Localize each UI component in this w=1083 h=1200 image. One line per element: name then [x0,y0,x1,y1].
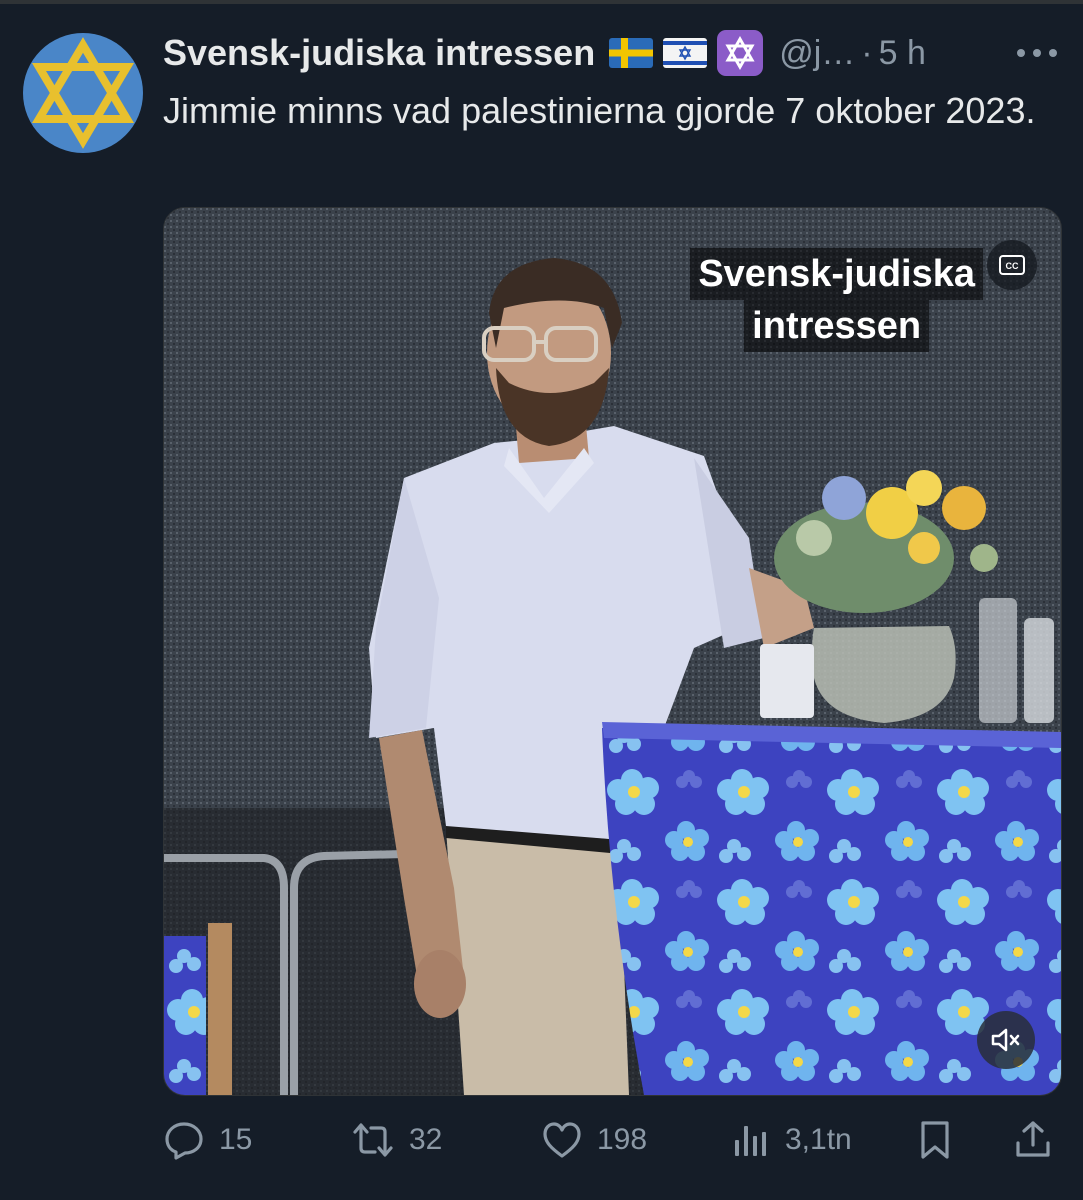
reply-icon [165,1122,203,1160]
bookmark-icon [921,1121,949,1159]
cc-label: CC [1006,261,1019,271]
like-icon [543,1122,581,1158]
tweet-header: Svensk-judiska intressen @j… · 5 h [163,28,1063,78]
avatar[interactable] [23,33,143,153]
share-icon [1016,1121,1050,1157]
reply-count: 15 [219,1123,253,1156]
author-handle[interactable]: @j… [779,34,855,73]
timestamp[interactable]: 5 h [879,34,926,73]
sweden-flag-icon [609,38,654,68]
watermark-line2: intressen [744,300,930,352]
mute-icon[interactable] [977,1011,1035,1069]
share-button[interactable] [1013,1112,1053,1168]
like-count: 198 [597,1123,648,1156]
views-button[interactable]: 3,1tn [731,1112,852,1168]
more-icon[interactable] [1017,46,1057,60]
israel-flag-icon [663,38,708,68]
separator-dot: · [861,33,873,72]
cc-icon[interactable]: CC [987,240,1037,290]
repost-button[interactable]: 32 [351,1112,442,1168]
star-of-david-emoji-icon [717,30,764,76]
video-player[interactable]: Svensk-judiska intressen CC [163,207,1062,1096]
top-divider [0,0,1083,4]
emoji-group [609,30,764,76]
action-bar: 15 32 198 3,1tn [163,1112,1063,1168]
reply-button[interactable]: 15 [163,1112,252,1168]
view-count: 3,1tn [785,1123,852,1156]
tweet-text: Jimmie minns vad palestinierna gjorde 7 … [163,90,1036,131]
watermark-line1: Svensk-judiska [690,248,983,300]
repost-count: 32 [409,1123,443,1156]
bookmark-button[interactable] [915,1112,955,1168]
video-watermark: Svensk-judiska intressen [690,248,983,352]
author-name[interactable]: Svensk-judiska intressen [163,32,595,74]
star-of-david-icon [31,37,135,149]
views-icon [735,1126,766,1156]
like-button[interactable]: 198 [541,1112,647,1168]
repost-icon [353,1123,393,1157]
